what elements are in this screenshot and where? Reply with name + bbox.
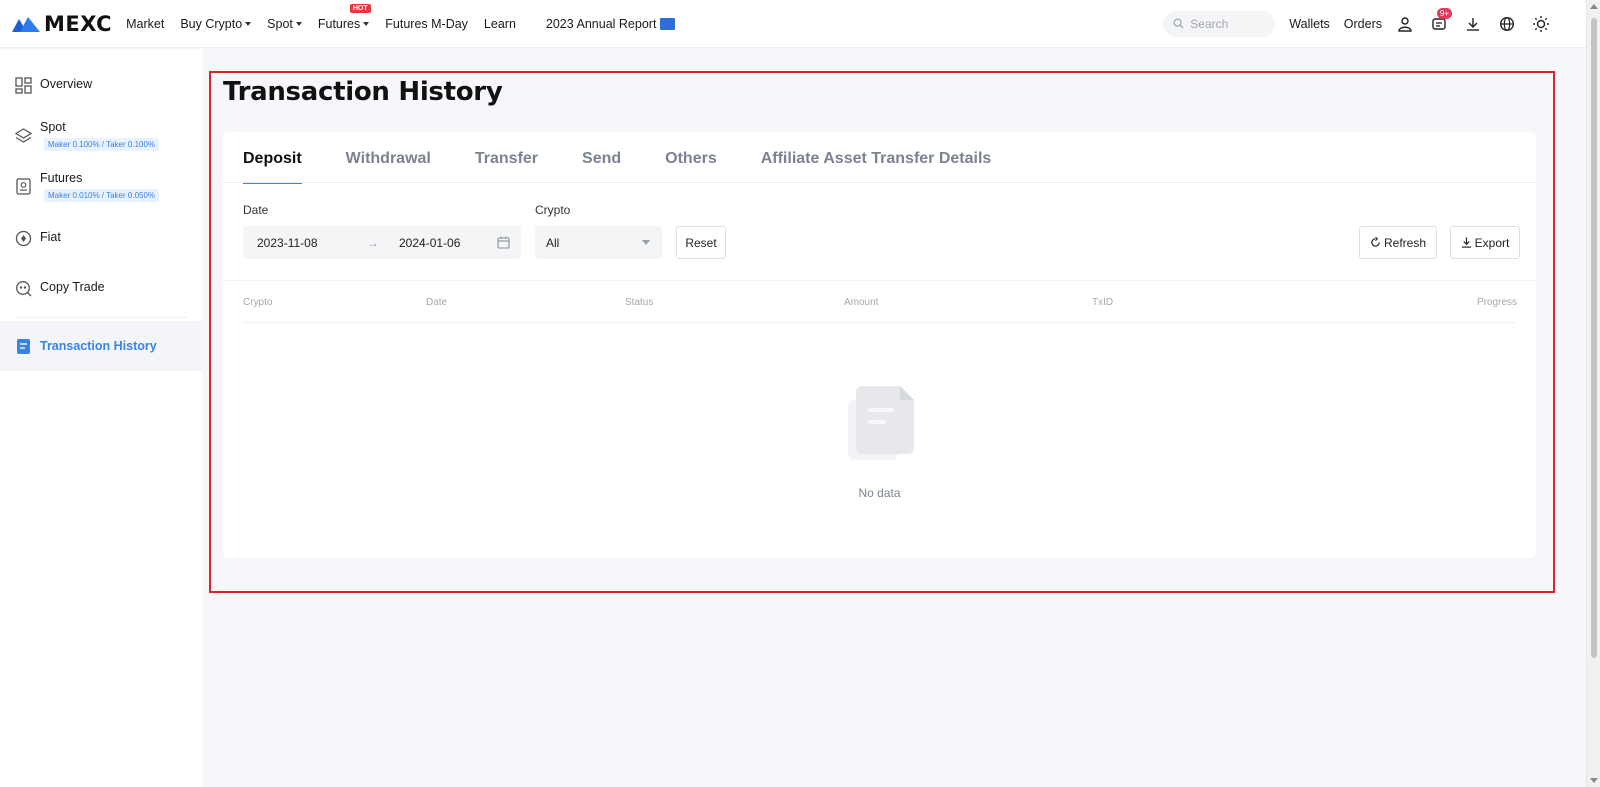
- arrow-right-icon: →: [367, 235, 379, 250]
- scrollbar-thumb[interactable]: [1591, 18, 1597, 658]
- mexc-logo-icon: [12, 16, 40, 32]
- date-from-field[interactable]: 2023-11-08: [257, 236, 367, 250]
- search-icon: [1173, 18, 1184, 29]
- sidebar-item-label: Fiat: [40, 230, 61, 244]
- column-header-progress: Progress: [1477, 297, 1518, 308]
- column-header-amount: Amount: [844, 297, 879, 308]
- nav-futures[interactable]: Futures HOT: [317, 3, 371, 31]
- tab-deposit[interactable]: Deposit: [243, 150, 302, 184]
- refresh-label: Refresh: [1383, 235, 1427, 250]
- nav-futures-m-day[interactable]: Futures M-Day: [385, 17, 468, 31]
- fee-badge: Maker 0.010% / Taker 0.050%: [44, 189, 160, 202]
- refresh-button[interactable]: Refresh: [1359, 226, 1437, 259]
- tab-send[interactable]: Send: [582, 150, 621, 184]
- chevron-down-icon: [642, 240, 650, 245]
- overview-icon: [15, 77, 32, 94]
- sidebar-divider: [14, 317, 188, 318]
- refresh-icon: [1371, 237, 1380, 247]
- copy-trade-icon: [16, 281, 32, 297]
- notification-icon[interactable]: 9+: [1430, 7, 1452, 33]
- sidebar-item-transaction-history[interactable]: Transaction History: [0, 321, 202, 371]
- caret-down-icon: [363, 21, 370, 26]
- tabs-divider: [223, 182, 1536, 183]
- nav-buy-crypto[interactable]: Buy Crypto: [180, 16, 252, 31]
- mexc-logo[interactable]: MEXC: [12, 12, 112, 36]
- brand-name: MEXC: [44, 11, 113, 36]
- nav-market-label: Market: [126, 16, 165, 31]
- futures-icon: [16, 178, 31, 195]
- nav-spot-label: Spot: [267, 16, 293, 31]
- sidebar-item-copy-trade[interactable]: Copy Trade: [0, 280, 202, 297]
- nav-annual-report-label: 2023 Annual Report: [545, 16, 657, 31]
- caret-down-icon: [295, 21, 302, 26]
- crypto-select-value: All: [546, 235, 560, 250]
- tab-withdrawal[interactable]: Withdrawal: [346, 150, 431, 184]
- search-placeholder: Search: [1190, 16, 1229, 31]
- nav-market[interactable]: Market: [126, 17, 164, 31]
- sidebar: Overview Spot Maker 0.100% / Taker 0.100…: [0, 49, 202, 787]
- transaction-card: Deposit Withdrawal Transfer Send Others …: [223, 132, 1536, 558]
- scroll-down-arrow-icon[interactable]: [1590, 778, 1598, 783]
- sidebar-item-label: Copy Trade: [40, 280, 105, 294]
- export-label: Export: [1474, 235, 1510, 250]
- calendar-icon[interactable]: [497, 236, 510, 249]
- sidebar-item-label: Spot: [40, 120, 66, 134]
- nav-learn[interactable]: Learn: [484, 17, 516, 31]
- empty-state-text: No data: [858, 486, 901, 500]
- theme-sun-icon[interactable]: [1532, 15, 1550, 33]
- tab-others[interactable]: Others: [665, 150, 717, 184]
- date-to-field[interactable]: 2024-01-06: [399, 236, 497, 250]
- column-header-status: Status: [625, 297, 654, 308]
- top-navigation-bar: MEXC Market Buy Crypto Spot Futures HOT F…: [0, 0, 1586, 48]
- nav-annual-report[interactable]: 2023 Annual Report: [546, 17, 676, 31]
- scroll-up-arrow-icon[interactable]: [1590, 4, 1598, 9]
- column-header-txid: TxID: [1092, 297, 1114, 308]
- sidebar-item-fiat[interactable]: Fiat: [0, 230, 202, 247]
- filter-divider: [223, 280, 1536, 281]
- caret-down-icon: [245, 21, 252, 26]
- nav-spot[interactable]: Spot: [267, 17, 302, 31]
- tab-transfer[interactable]: Transfer: [475, 150, 538, 184]
- sidebar-item-overview[interactable]: Overview: [0, 77, 202, 94]
- empty-document-icon: [848, 386, 914, 460]
- report-badge-icon: [660, 17, 676, 30]
- fiat-icon: [15, 230, 32, 247]
- hot-badge: HOT: [349, 3, 371, 13]
- date-filter-label: Date: [243, 203, 269, 217]
- sidebar-item-label: Transaction History: [40, 339, 157, 353]
- tab-affiliate-asset-transfer-details[interactable]: Affiliate Asset Transfer Details: [761, 150, 992, 184]
- crypto-select[interactable]: All: [535, 226, 662, 259]
- crypto-filter-label: Crypto: [535, 203, 571, 217]
- document-icon: [17, 338, 30, 354]
- nav-futures-m-day-label: Futures M-Day: [385, 16, 468, 31]
- vertical-scrollbar[interactable]: [1586, 0, 1600, 787]
- sidebar-item-label: Futures: [40, 171, 83, 185]
- fee-badge: Maker 0.100% / Taker 0.100%: [44, 138, 160, 151]
- sidebar-item-spot[interactable]: Spot Maker 0.100% / Taker 0.100%: [0, 120, 202, 152]
- user-icon[interactable]: [1396, 15, 1414, 33]
- column-header-crypto: Crypto: [243, 297, 273, 308]
- wallets-link[interactable]: Wallets: [1289, 17, 1330, 31]
- orders-link[interactable]: Orders: [1344, 17, 1382, 31]
- export-button[interactable]: Export: [1450, 226, 1520, 259]
- spot-layers-icon: [15, 128, 32, 143]
- notification-count: 9+: [1436, 7, 1452, 19]
- nav-futures-label: Futures: [317, 16, 361, 31]
- download-icon[interactable]: [1464, 15, 1482, 33]
- sidebar-item-futures[interactable]: Futures Maker 0.010% / Taker 0.050%: [0, 171, 202, 203]
- tab-bar: Deposit Withdrawal Transfer Send Others …: [243, 150, 1035, 184]
- sidebar-item-label: Overview: [40, 77, 93, 91]
- nav-buy-crypto-label: Buy Crypto: [180, 16, 243, 31]
- table-header-divider: [243, 322, 1516, 323]
- download-icon: [1461, 237, 1471, 248]
- reset-button[interactable]: Reset: [676, 226, 726, 259]
- nav-learn-label: Learn: [483, 16, 516, 31]
- search-input[interactable]: Search: [1163, 10, 1276, 37]
- page-title: Transaction History: [223, 77, 503, 107]
- column-header-date: Date: [426, 297, 448, 308]
- date-range-picker[interactable]: 2023-11-08 → 2024-01-06: [243, 226, 521, 259]
- globe-icon[interactable]: [1498, 15, 1516, 33]
